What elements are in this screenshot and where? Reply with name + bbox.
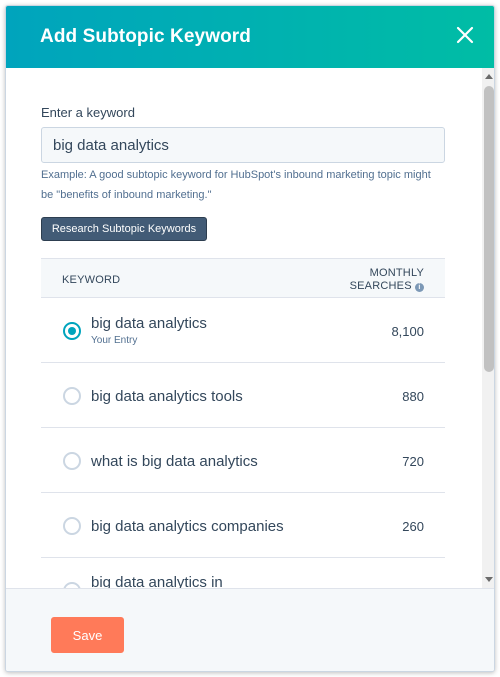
scroll-up-arrow-icon[interactable] [485, 74, 493, 79]
keyword-field-label: Enter a keyword [41, 105, 135, 120]
keyword-radio[interactable] [63, 517, 81, 535]
column-header-keyword: KEYWORD [62, 274, 121, 286]
modal-body: Enter a keyword Example: A good subtopic… [6, 68, 494, 588]
modal-title: Add Subtopic Keyword [40, 26, 251, 47]
row-monthly-searches: 260 [402, 519, 424, 534]
row-keyword: big data analytics companies [91, 518, 284, 535]
close-button[interactable] [454, 24, 476, 46]
table-row[interactable]: big data analytics Your Entry 8,100 [41, 298, 445, 363]
research-subtopic-keywords-button[interactable]: Research Subtopic Keywords [41, 217, 207, 241]
row-subtext: Your Entry [91, 335, 138, 346]
keyword-table: KEYWORD MONTHLY SEARCHES i big data anal… [41, 258, 445, 588]
close-icon [456, 26, 474, 44]
keyword-input[interactable] [41, 127, 445, 163]
column-header-monthly-searches: MONTHLY SEARCHES i [350, 267, 424, 293]
table-header: KEYWORD MONTHLY SEARCHES i [41, 258, 445, 298]
row-monthly-searches: 880 [402, 389, 424, 404]
modal-footer: Save [6, 588, 494, 671]
table-row[interactable]: big data analytics tools 880 [41, 363, 445, 428]
column-header-monthly-line1: MONTHLY [369, 267, 424, 279]
column-header-monthly-line2: SEARCHES [349, 280, 412, 292]
row-keyword: big data analytics tools [91, 388, 243, 405]
modal-header: Add Subtopic Keyword [6, 6, 494, 68]
keyword-help-text: Example: A good subtopic keyword for Hub… [41, 169, 431, 201]
keyword-radio[interactable] [63, 322, 81, 340]
scroll-thumb[interactable] [484, 86, 494, 372]
keyword-radio[interactable] [63, 387, 81, 405]
row-monthly-searches: 8,100 [391, 324, 424, 339]
row-keyword: big data analytics in [91, 574, 223, 588]
table-row[interactable]: what is big data analytics 720 [41, 428, 445, 493]
row-keyword: big data analytics [91, 315, 207, 332]
scroll-down-arrow-icon[interactable] [485, 577, 493, 582]
row-keyword: what is big data analytics [91, 453, 258, 470]
scrollbar[interactable] [482, 68, 494, 588]
row-monthly-searches: 720 [402, 454, 424, 469]
table-row[interactable]: big data analytics companies 260 [41, 493, 445, 558]
keyword-radio[interactable] [63, 452, 81, 470]
table-row[interactable]: big data analytics in 260 [41, 558, 445, 588]
save-button[interactable]: Save [51, 617, 124, 653]
info-icon[interactable]: i [415, 283, 424, 292]
add-subtopic-modal: Add Subtopic Keyword Enter a keyword Exa… [5, 5, 495, 672]
